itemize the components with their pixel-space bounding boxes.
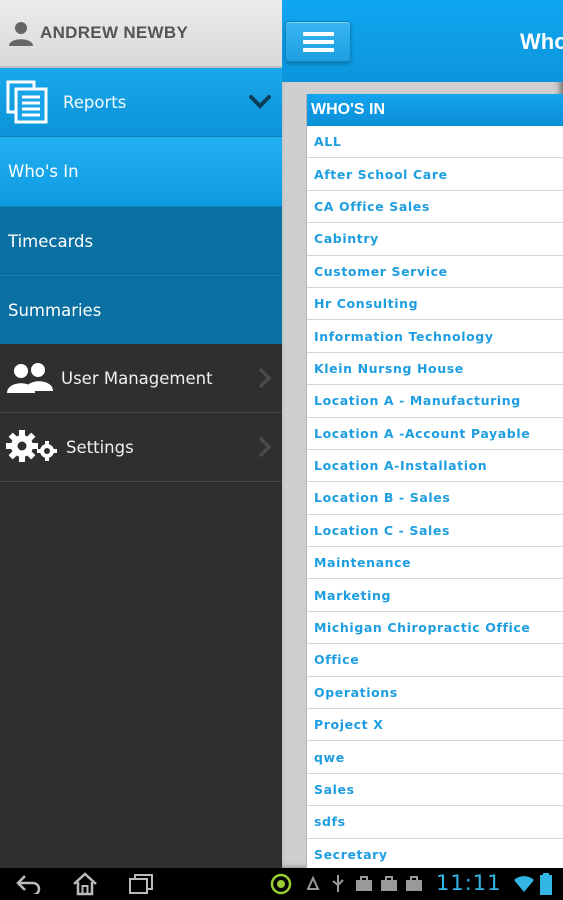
- gear-icon: [6, 430, 57, 462]
- list-item-label: Michigan Chiropractic Office: [314, 620, 531, 636]
- list-item[interactable]: Operations: [307, 677, 563, 710]
- list-item-label: Location A -Account Payable: [314, 425, 531, 441]
- list-item[interactable]: Location B - Sales: [307, 482, 563, 515]
- list-item[interactable]: sdfs: [307, 806, 563, 839]
- list-item[interactable]: Location C - Sales: [307, 515, 563, 548]
- sidebar-item-timecards[interactable]: Timecards: [0, 206, 282, 275]
- home-icon[interactable]: [71, 872, 99, 896]
- list-item[interactable]: Maintenance: [307, 547, 563, 580]
- main-content: Who's In WHO'S IN ALL After School Care CA…: [282, 0, 563, 868]
- menu-button[interactable]: [285, 21, 351, 62]
- whos-in-panel: WHO'S IN ALL After School Care CA Office S…: [306, 94, 563, 868]
- list-item-label: qwe: [314, 749, 345, 765]
- list-item-label: sdfs: [314, 814, 346, 830]
- list-item[interactable]: Project X: [307, 709, 563, 742]
- hamburger-line: [303, 40, 334, 44]
- sidebar-item-summaries[interactable]: Summaries: [0, 275, 282, 344]
- wifi-icon: [514, 876, 534, 892]
- briefcase-icon: [381, 876, 397, 891]
- list-item-label: Sales: [314, 782, 355, 797]
- list-item[interactable]: Information Technology: [307, 320, 563, 353]
- list-item-label: ALL: [314, 134, 342, 150]
- list-item[interactable]: ALL: [307, 126, 563, 159]
- user-name: ANDREW NEWBY: [40, 23, 189, 42]
- list-item[interactable]: Klein Nursng House: [307, 353, 563, 386]
- user-header[interactable]: ANDREW NEWBY: [0, 0, 282, 68]
- list-item[interactable]: qwe: [307, 741, 563, 774]
- list-item[interactable]: Secretary: [307, 839, 563, 868]
- top-bar: Who's In: [282, 0, 563, 82]
- list-item[interactable]: Marketing: [307, 579, 563, 612]
- list-item-label: Location A - Manufacturing: [314, 393, 521, 409]
- list-item[interactable]: CA Office Sales: [307, 191, 563, 224]
- list-item[interactable]: Location A -Account Payable: [307, 418, 563, 450]
- list-item-label: Customer Service: [314, 263, 448, 279]
- clock: 11:11: [436, 871, 502, 895]
- list-item-label: Operations: [314, 684, 398, 700]
- sidebar-item-user-management[interactable]: User Management: [0, 344, 282, 413]
- briefcase-icon: [356, 876, 372, 891]
- back-icon[interactable]: [16, 874, 42, 894]
- sidebar-item-label: Summaries: [8, 300, 102, 320]
- debug-icon: [306, 875, 320, 890]
- list-item-label: Klein Nursng House: [314, 360, 464, 376]
- list-item-label: Location C - Sales: [314, 522, 451, 538]
- list-item[interactable]: Location A - Manufacturing: [307, 385, 563, 418]
- list-item-label: Office: [314, 652, 360, 668]
- system-bar: 11:11: [0, 868, 563, 900]
- sidebar-item-whos-in[interactable]: Who's In: [0, 137, 282, 206]
- usb-icon: [332, 875, 344, 892]
- users-icon: [7, 363, 53, 393]
- list-item[interactable]: Customer Service: [307, 256, 563, 288]
- briefcase-icon: [406, 876, 422, 891]
- list-item-label: Maintenance: [314, 555, 412, 571]
- list-item[interactable]: After School Care: [307, 158, 563, 191]
- sidebar-item-label: User Management: [61, 368, 213, 388]
- list-item-label: CA Office Sales: [314, 198, 430, 214]
- list-item[interactable]: Location A-Installation: [307, 450, 563, 483]
- list-item[interactable]: Cabintry: [307, 223, 563, 256]
- group-list: ALL After School Care CA Office Sales Cabin…: [307, 126, 563, 868]
- list-item-label: Marketing: [314, 587, 392, 603]
- list-item-label: Hr Consulting: [314, 296, 419, 312]
- list-item-label: Location A-Installation: [314, 458, 488, 474]
- chevron-right-icon: [259, 368, 272, 388]
- list-item[interactable]: Sales: [307, 774, 563, 807]
- sidebar-item-label: Settings: [66, 437, 134, 457]
- list-item-label: Cabintry: [314, 231, 379, 247]
- battery-icon: [540, 873, 552, 895]
- target-notification-icon: [270, 873, 292, 895]
- reports-icon: [6, 80, 48, 124]
- sidebar-item-label: Reports: [63, 92, 127, 112]
- list-item-label: Information Technology: [314, 328, 494, 344]
- chevron-right-icon: [259, 437, 272, 457]
- hamburger-line: [303, 48, 334, 52]
- sidebar-item-reports[interactable]: Reports: [0, 68, 282, 137]
- list-item-label: After School Care: [314, 166, 448, 182]
- list-item-label: Location B - Sales: [314, 490, 451, 506]
- list-item-label: Project X: [314, 717, 384, 733]
- list-item[interactable]: Michigan Chiropractic Office: [307, 612, 563, 645]
- hamburger-icon: [303, 32, 334, 36]
- chevron-down-icon: [249, 95, 271, 109]
- sidebar-item-settings[interactable]: Settings: [0, 413, 282, 482]
- page-title: Who's In: [520, 29, 563, 54]
- list-header: WHO'S IN: [307, 94, 563, 126]
- list-item-label: Secretary: [314, 846, 388, 862]
- list-item[interactable]: Office: [307, 644, 563, 677]
- sidebar-item-label: Timecards: [8, 231, 94, 251]
- sidebar-item-label: Who's In: [8, 162, 79, 181]
- list-item[interactable]: Hr Consulting: [307, 288, 563, 321]
- person-icon: [9, 22, 33, 46]
- navigation-drawer: ANDREW NEWBY Reports Who's In Timecards …: [0, 0, 282, 868]
- recent-apps-icon[interactable]: [128, 873, 154, 895]
- list-header-label: WHO'S IN: [311, 101, 386, 118]
